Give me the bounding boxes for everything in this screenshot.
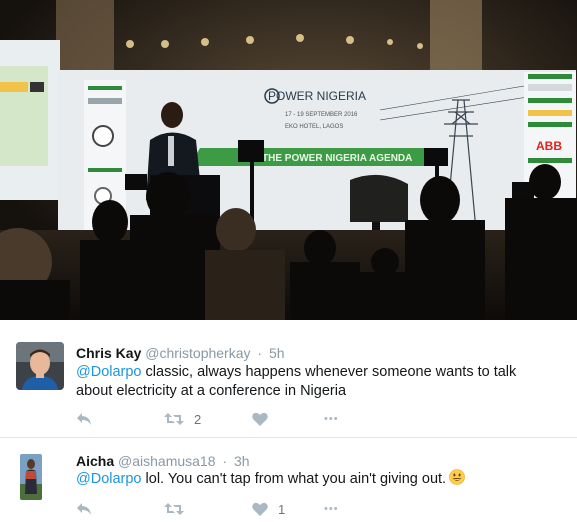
retweet-button[interactable]: [164, 502, 252, 516]
timestamp[interactable]: 3h: [234, 453, 250, 469]
user-handle[interactable]: @christopherkay: [145, 345, 250, 361]
more-icon: •••: [324, 503, 339, 515]
heart-icon: [252, 502, 268, 516]
user-handle[interactable]: @aishamusa18: [118, 453, 216, 469]
tweet-header: Chris Kay @christopherkay · 5h: [76, 345, 285, 361]
more-button[interactable]: •••: [324, 413, 354, 425]
timestamp[interactable]: 5h: [269, 345, 285, 361]
retweet-icon: [164, 503, 184, 515]
like-button[interactable]: 1: [252, 502, 324, 517]
tweet-body: classic, always happens whenever someone…: [76, 364, 517, 399]
separator: ·: [222, 453, 228, 469]
more-button[interactable]: •••: [324, 503, 354, 515]
tweet-media-photo[interactable]: POWER NIGERIA 17 - 19 SEPTEMBER 2016 EKO…: [0, 0, 577, 320]
reply-button[interactable]: [76, 412, 164, 426]
tweet-actions: 1 •••: [76, 499, 354, 519]
tweet-body: lol. You can't tap from what you ain't g…: [141, 471, 447, 487]
more-icon: •••: [324, 413, 339, 425]
retweet-count: 2: [194, 411, 202, 427]
like-button[interactable]: [252, 412, 324, 426]
avatar[interactable]: [20, 454, 42, 500]
tweet-text: @Dolarpo classic, always happens wheneve…: [76, 363, 546, 401]
sponsor-abb: ABB: [536, 139, 562, 153]
svg-text:EKO HOTEL, LAGOS: EKO HOTEL, LAGOS: [285, 124, 343, 130]
mention-link[interactable]: @Dolarpo: [76, 364, 142, 380]
reply-icon: [77, 503, 91, 515]
heart-icon: [252, 412, 268, 426]
tweet-actions: 2 •••: [76, 409, 354, 429]
display-name[interactable]: Aicha: [76, 453, 114, 469]
avatar[interactable]: [16, 342, 64, 390]
display-name[interactable]: Chris Kay: [76, 345, 141, 361]
reply-button[interactable]: [76, 502, 164, 516]
banner-agenda: THE POWER NIGERIA AGENDA: [262, 153, 412, 164]
retweet-icon: [164, 413, 184, 425]
grinning-face-emoji-icon: [449, 469, 465, 485]
reply-icon: [77, 413, 91, 425]
tweet-header: Aicha @aishamusa18 · 3h: [76, 453, 250, 469]
conference-photo: POWER NIGERIA 17 - 19 SEPTEMBER 2016 EKO…: [0, 0, 577, 320]
tweet-item[interactable]: Chris Kay @christopherkay · 5h @Dolarpo …: [0, 320, 577, 438]
tweet-item[interactable]: Aicha @aishamusa18 · 3h @Dolarpo lol. Yo…: [0, 438, 577, 522]
separator: ·: [257, 345, 263, 361]
mention-link[interactable]: @Dolarpo: [76, 471, 142, 487]
banner-title: POWER NIGERIA: [268, 89, 366, 103]
tweet-text: @Dolarpo lol. You can't tap from what yo…: [76, 469, 546, 489]
retweet-button[interactable]: 2: [164, 412, 252, 427]
svg-text:17 - 19 SEPTEMBER 2016: 17 - 19 SEPTEMBER 2016: [285, 112, 358, 118]
like-count: 1: [278, 501, 286, 517]
